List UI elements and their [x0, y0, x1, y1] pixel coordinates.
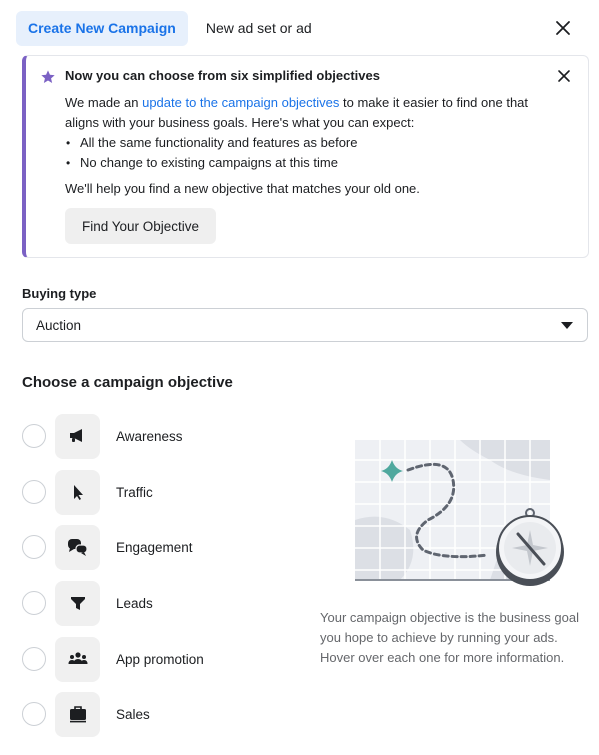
objective-awareness[interactable]: Awareness [22, 413, 282, 459]
objective-icon-tile [55, 580, 100, 626]
banner-title: Now you can choose from six simplified o… [65, 68, 380, 83]
radio-sales[interactable] [22, 702, 46, 726]
objective-description: Your campaign objective is the business … [320, 610, 579, 665]
banner-body: We made an update to the campaign object… [65, 93, 565, 173]
objective-label: Traffic [116, 484, 153, 500]
briefcase-icon [69, 706, 86, 723]
tab-create-new-campaign[interactable]: Create New Campaign [16, 10, 188, 46]
objective-icon-tile [55, 636, 100, 682]
caret-down-icon [561, 322, 573, 329]
objective-leads[interactable]: Leads [22, 580, 282, 626]
radio-engagement[interactable] [22, 535, 46, 559]
find-your-objective-button[interactable]: Find Your Objective [65, 208, 216, 244]
objective-label: Awareness [116, 428, 183, 444]
star-icon [41, 70, 55, 83]
banner-body-prefix: We made an [65, 95, 143, 110]
objective-icon-tile [55, 691, 100, 737]
objective-icon-tile [55, 413, 100, 459]
close-icon[interactable] [553, 18, 573, 38]
objective-icon-tile [55, 469, 100, 515]
buying-type-value: Auction [36, 317, 82, 333]
radio-app-promotion[interactable] [22, 647, 46, 671]
buying-type-label: Buying type [22, 286, 97, 301]
radio-traffic[interactable] [22, 480, 46, 504]
people-group-icon [68, 652, 87, 664]
bullet-item: All the same functionality and features … [65, 133, 565, 153]
objective-sales[interactable]: Sales [22, 691, 282, 737]
banner-bullets: All the same functionality and features … [65, 133, 565, 173]
update-objectives-link[interactable]: update to the campaign objectives [142, 95, 339, 110]
objective-label: Engagement [116, 539, 193, 555]
cursor-icon [73, 485, 83, 500]
objective-engagement[interactable]: Engagement [22, 524, 282, 570]
objective-label: App promotion [116, 651, 204, 667]
tab-bar: Create New Campaign New ad set or ad [16, 10, 587, 46]
objective-app-promotion[interactable]: App promotion [22, 636, 282, 682]
objective-section-title: Choose a campaign objective [22, 374, 233, 391]
objective-traffic[interactable]: Traffic [22, 469, 282, 515]
objective-label: Sales [116, 706, 150, 722]
objective-label: Leads [116, 595, 153, 611]
funnel-icon [70, 597, 85, 610]
banner-close-icon[interactable] [556, 68, 572, 84]
megaphone-icon [69, 429, 82, 442]
buying-type-select[interactable]: Auction [22, 308, 588, 342]
chat-bubbles-icon [67, 539, 88, 556]
radio-awareness[interactable] [22, 424, 46, 448]
bullet-item: No change to existing campaigns at this … [65, 153, 565, 173]
banner-footer-text: We'll help you find a new objective that… [65, 181, 420, 196]
objective-icon-tile [55, 524, 100, 570]
radio-leads[interactable] [22, 591, 46, 615]
map-compass-illustration [355, 440, 564, 586]
tab-new-ad-set-or-ad[interactable]: New ad set or ad [188, 11, 330, 46]
objectives-update-banner: Now you can choose from six simplified o… [22, 55, 589, 258]
